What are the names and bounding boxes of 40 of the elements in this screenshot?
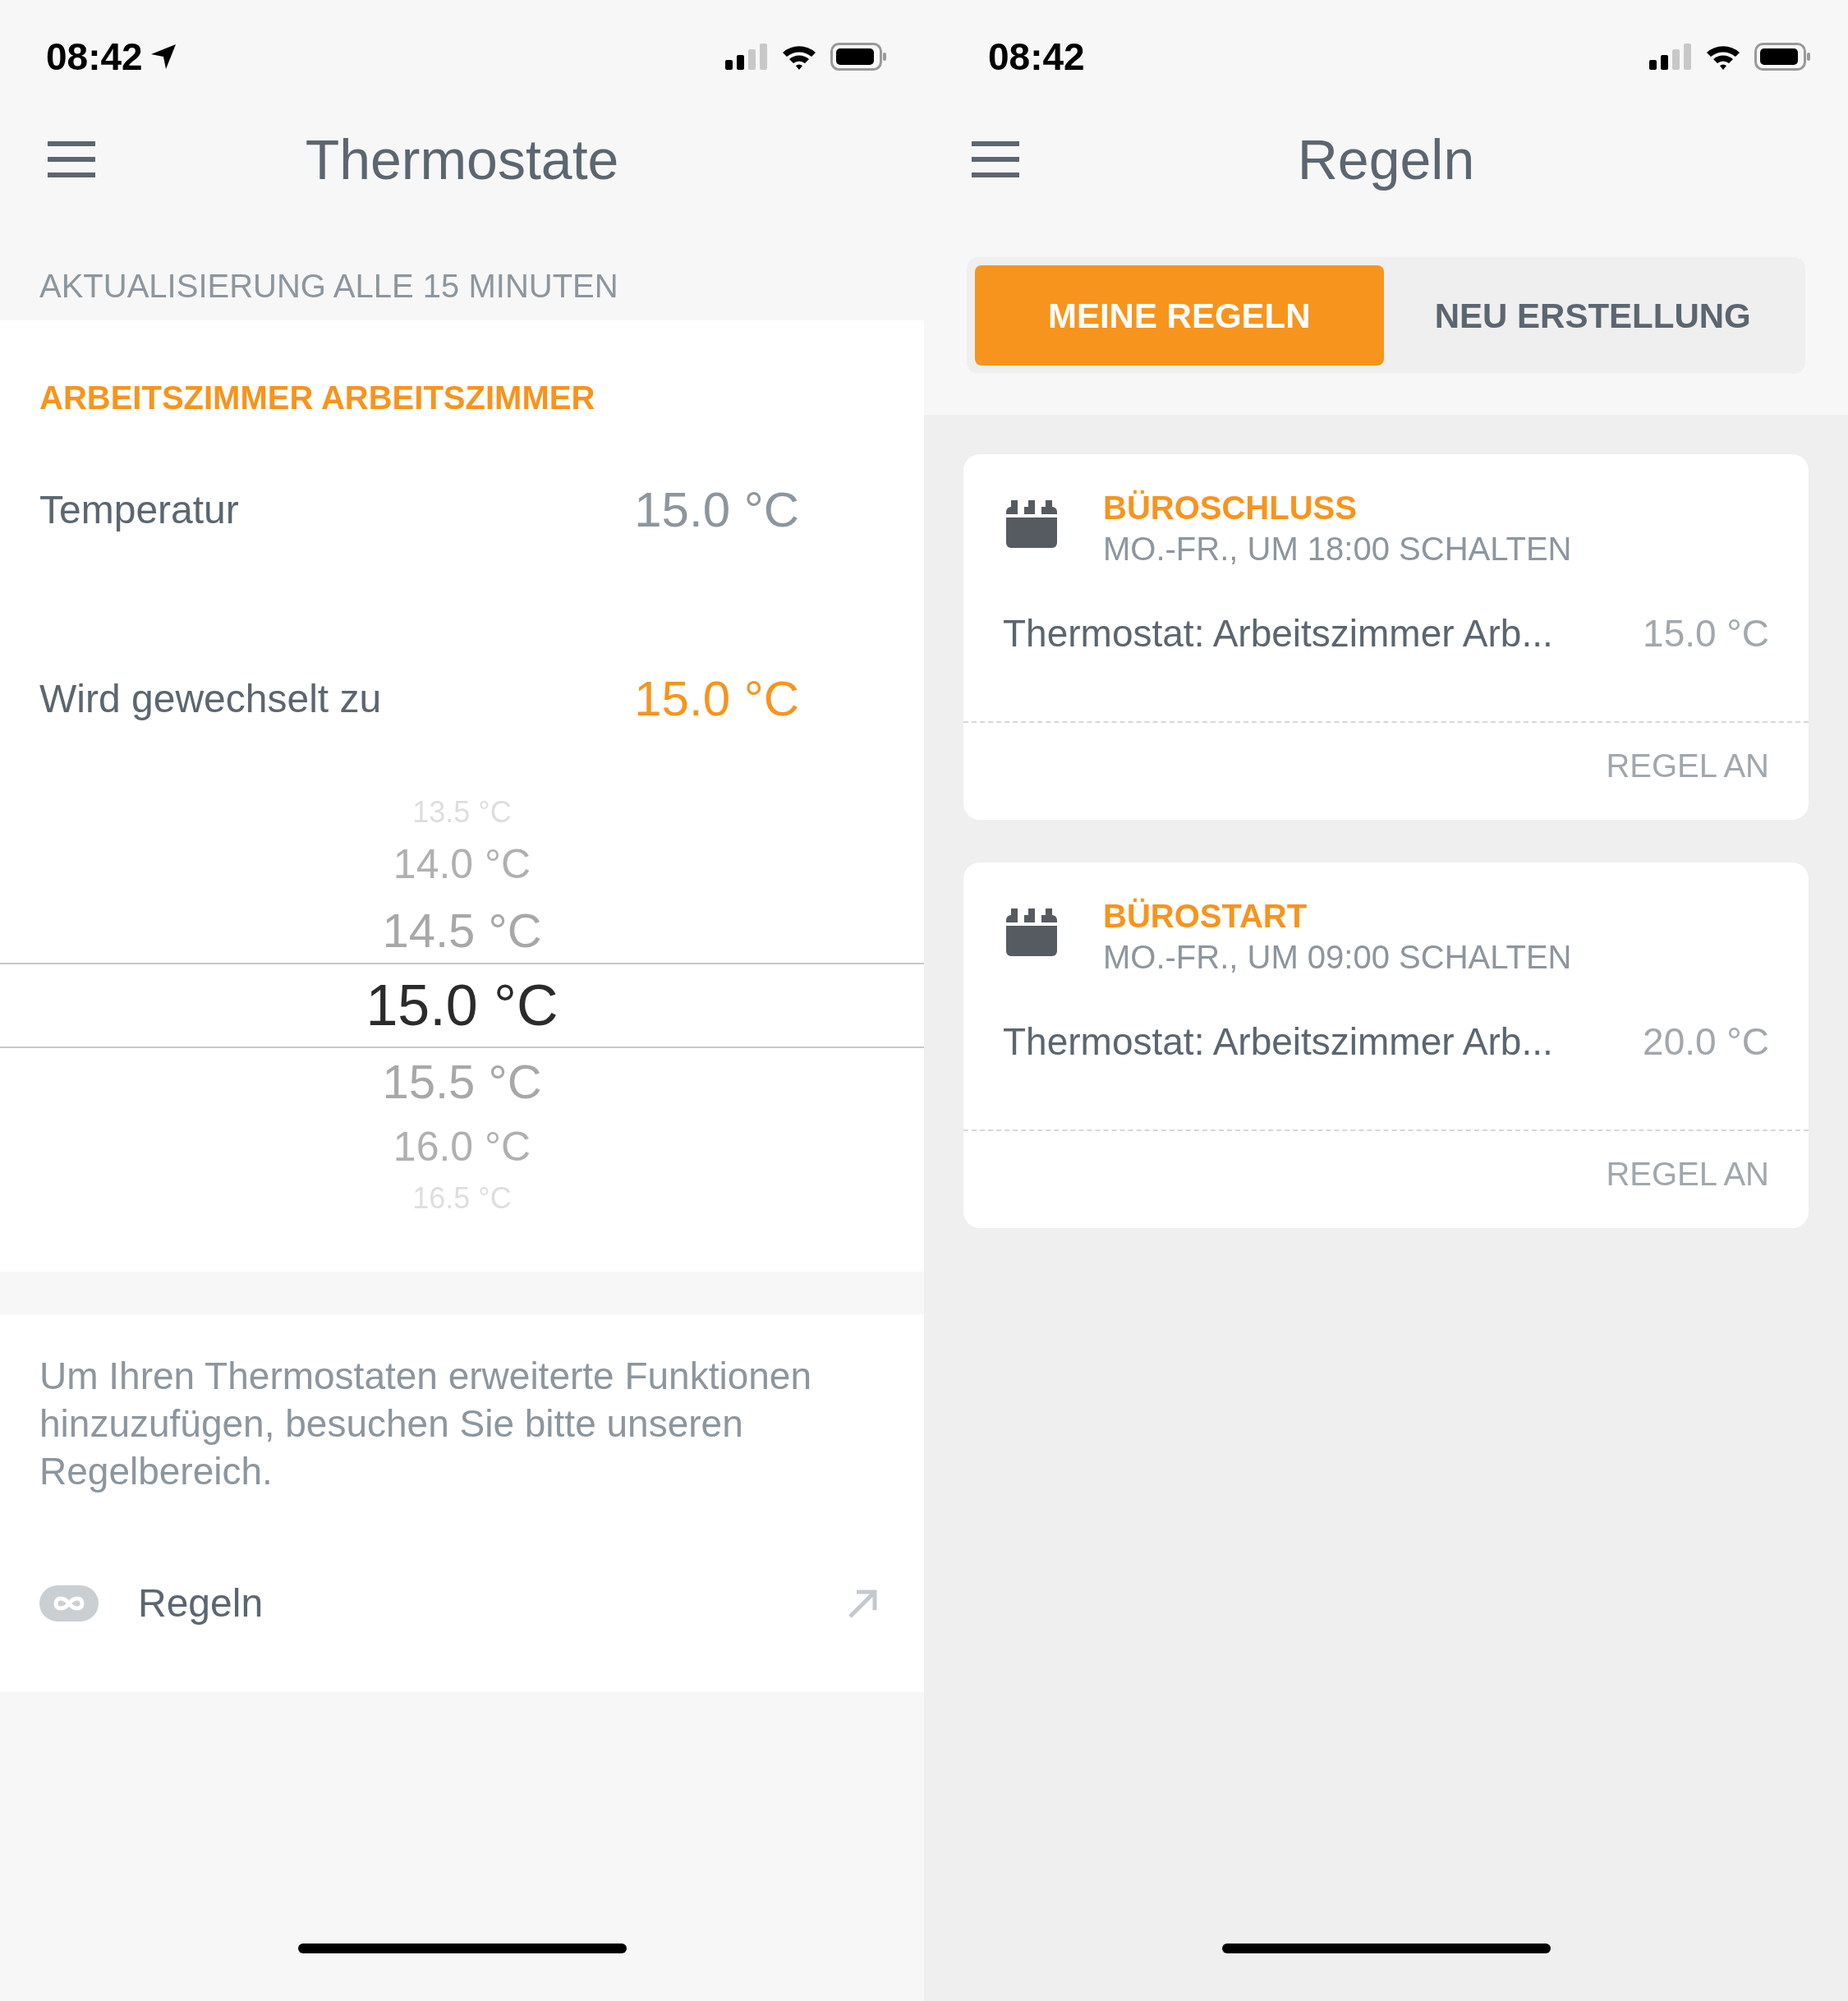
picker-option[interactable]: 16.0 °C	[0, 1114, 924, 1180]
rule-action: Thermostat: Arbeitszimmer Arb...	[1003, 1019, 1553, 1065]
menu-icon[interactable]	[972, 140, 1019, 179]
device-name: ARBEITSZIMMER ARBEITSZIMMER	[39, 379, 596, 417]
battery-icon	[830, 43, 888, 71]
rule-name: BÜROSTART	[1103, 897, 1308, 936]
page-title: Regeln	[1297, 127, 1475, 192]
wifi-icon	[781, 44, 817, 70]
status-time: 08:42	[46, 34, 143, 80]
picker-option[interactable]: 14.5 °C	[0, 897, 924, 963]
rule-schedule: MO.-FR., UM 18:00 SCHALTEN	[1103, 530, 1572, 568]
rules-link[interactable]: Regeln	[138, 1574, 264, 1633]
rule-value: 15.0 °C	[1643, 611, 1769, 656]
section-header: AKTUALISIERUNG ALLE 15 MINUTEN	[39, 267, 619, 306]
status-time: 08:42	[988, 34, 1085, 80]
signal-icon	[725, 44, 768, 70]
infinity-icon	[39, 1585, 99, 1622]
calendar-icon	[1006, 908, 1057, 956]
rule-value: 20.0 °C	[1643, 1019, 1769, 1065]
rule-status: REGEL AN	[1606, 747, 1769, 785]
picker-option[interactable]: 14.0 °C	[0, 831, 924, 897]
calendar-icon	[1006, 500, 1057, 548]
battery-icon	[1754, 43, 1812, 71]
rule-name: BÜROSCHLUSS	[1103, 489, 1358, 527]
signal-icon	[1649, 44, 1692, 70]
row-label: Temperatur	[39, 487, 239, 533]
page-title: Thermostate	[305, 127, 619, 192]
rule-schedule: MO.-FR., UM 09:00 SCHALTEN	[1103, 938, 1572, 977]
rule-action: Thermostat: Arbeitszimmer Arb...	[1003, 611, 1553, 656]
picker-option[interactable]: 15.5 °C	[0, 1048, 924, 1114]
menu-icon[interactable]	[48, 140, 95, 179]
tab[interactable]: NEU ERSTELLUNG	[1388, 265, 1797, 366]
row-value: 15.0 °C	[634, 670, 799, 728]
row-value: 15.0 °C	[634, 481, 799, 539]
tab[interactable]: MEINE REGELN	[975, 265, 1384, 366]
info-text: Um Ihren Thermostaten erweiterte Funktionen hinzuzufügen, besuchen Sie bitte unseren Regelbereich.	[39, 1354, 813, 1494]
picker-option[interactable]: 15.0 °C	[0, 963, 924, 1048]
row-label: Wird gewechselt zu	[39, 676, 382, 722]
rule-status: REGEL AN	[1606, 1155, 1769, 1194]
wifi-icon	[1705, 44, 1741, 70]
